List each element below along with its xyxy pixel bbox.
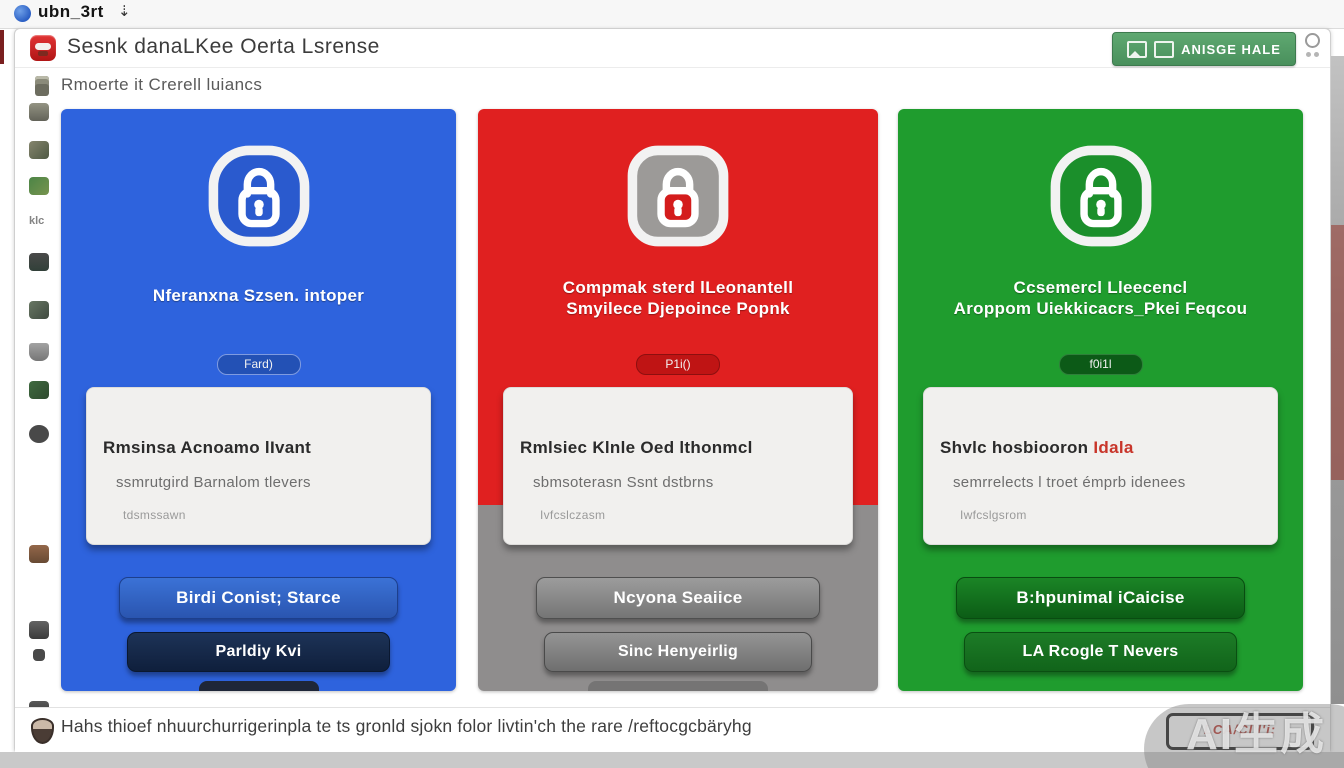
bottom-edge — [0, 752, 1344, 768]
card-title: Nferanxna Szsen. intoper — [61, 285, 456, 306]
os-app-label: ubn_3rt — [38, 2, 104, 22]
license-card-blue: Nferanxna Szsen. intoper Fard) Rmsinsa A… — [61, 109, 456, 691]
price-badge: Fard) — [217, 354, 301, 375]
status-bar: Hahs thioef nhuurchurrigerinpla te ts gr… — [15, 707, 1330, 753]
scrollbar-highlight — [1331, 225, 1344, 480]
sidebar: klc — [19, 73, 59, 713]
status-message: Hahs thioef nhuurchurrigerinpla te ts gr… — [61, 716, 752, 737]
license-card-green: Ccsemercl LleecenclAroppom Uiekkicacrs_P… — [898, 109, 1303, 691]
sidebar-icon[interactable] — [29, 343, 49, 361]
info-title: Rmlsiec Klnle Oed lthonmcl — [520, 438, 753, 458]
sidebar-icon[interactable] — [33, 649, 45, 661]
price-badge: P1i() — [636, 354, 720, 375]
sidebar-icon[interactable] — [29, 381, 49, 399]
info-title: Shvlc hosbiooron Idala — [940, 438, 1134, 458]
sidebar-icon[interactable] — [29, 103, 49, 121]
lock-icon — [206, 143, 312, 249]
screen: ubn_3rt ⇣ Sesnk danaLKee Oerta Lsrense A… — [0, 0, 1344, 768]
license-card-red: Compmak sterd lLeonantellSmyilece Djepoi… — [478, 109, 878, 691]
secondary-action-button[interactable]: Parldiy Kvi — [127, 632, 390, 672]
sidebar-icon[interactable] — [29, 177, 49, 195]
primary-action-button[interactable]: Ncyona Seaiice — [536, 577, 820, 619]
left-edge-accent — [0, 30, 4, 64]
lock-icon — [625, 143, 731, 249]
image-icon — [1127, 41, 1147, 58]
sidebar-icon[interactable]: klc — [29, 215, 49, 233]
subtitle-row: Rmoerte it Crerell luiancs — [15, 73, 1330, 103]
card-title: Ccsemercl LleecenclAroppom Uiekkicacrs_P… — [898, 277, 1303, 319]
header-button-label: ANISGE HALE — [1181, 42, 1281, 57]
sidebar-icon[interactable] — [29, 253, 49, 271]
hidden-button-peek[interactable] — [199, 681, 319, 691]
page-subtitle: Rmoerte it Crerell luiancs — [61, 75, 262, 95]
lock-icon — [1048, 143, 1154, 249]
info-subtitle: sbmsoterasn Ssnt dstbrns — [533, 474, 714, 491]
main-window: Sesnk danaLKee Oerta Lsrense ANISGE HALE… — [14, 28, 1331, 754]
info-subtitle: semrrelects l troet émprb idenees — [953, 474, 1186, 491]
sidebar-icon[interactable] — [29, 301, 49, 319]
price-badge: f0i1l — [1059, 354, 1143, 375]
hidden-button-peek[interactable] — [588, 681, 768, 691]
license-info-panel: Rmlsiec Klnle Oed lthonmcl sbmsoterasn S… — [503, 387, 853, 545]
card-title: Compmak sterd lLeonantellSmyilece Djepoi… — [478, 277, 878, 319]
window-icon — [1154, 41, 1174, 58]
window-header: Sesnk danaLKee Oerta Lsrense ANISGE HALE — [15, 29, 1330, 68]
license-info-panel: Shvlc hosbiooron Idala semrrelects l tro… — [923, 387, 1278, 545]
info-footnote: Iwfcslgsrom — [960, 508, 1027, 522]
sidebar-icon[interactable] — [29, 141, 49, 159]
license-info-panel: Rmsinsa Acnoamo lIvant ssmrutgird Barnal… — [86, 387, 431, 545]
secondary-action-button[interactable]: Sinc Henyeirlig — [544, 632, 812, 672]
app-lock-icon — [30, 35, 56, 61]
app-launcher-icon[interactable] — [14, 5, 31, 22]
sidebar-icon[interactable] — [29, 425, 49, 443]
secondary-action-button[interactable]: LA Rcogle T Nevers — [964, 632, 1237, 672]
primary-action-button[interactable]: B:hpunimal iCaicise — [956, 577, 1245, 619]
user-indicator-icon[interactable] — [1302, 33, 1322, 63]
primary-action-button[interactable]: Birdi Conist; Starce — [119, 577, 398, 619]
os-top-bar: ubn_3rt ⇣ — [0, 0, 1344, 29]
sidebar-icon[interactable] — [29, 621, 49, 639]
watermark-text: AI生成 — [1186, 698, 1326, 762]
sidebar-icon[interactable] — [29, 545, 49, 563]
info-title: Rmsinsa Acnoamo lIvant — [103, 438, 311, 458]
info-subtitle: ssmrutgird Barnalom tlevers — [116, 474, 311, 491]
shield-icon — [31, 718, 54, 744]
info-footnote: tdsmssawn — [123, 508, 186, 522]
arrow-down-icon: ⇣ — [118, 2, 131, 20]
window-title: Sesnk danaLKee Oerta Lsrense — [67, 35, 380, 59]
info-footnote: Ivfcslczasm — [540, 508, 605, 522]
angle-hale-button[interactable]: ANISGE HALE — [1112, 32, 1296, 66]
